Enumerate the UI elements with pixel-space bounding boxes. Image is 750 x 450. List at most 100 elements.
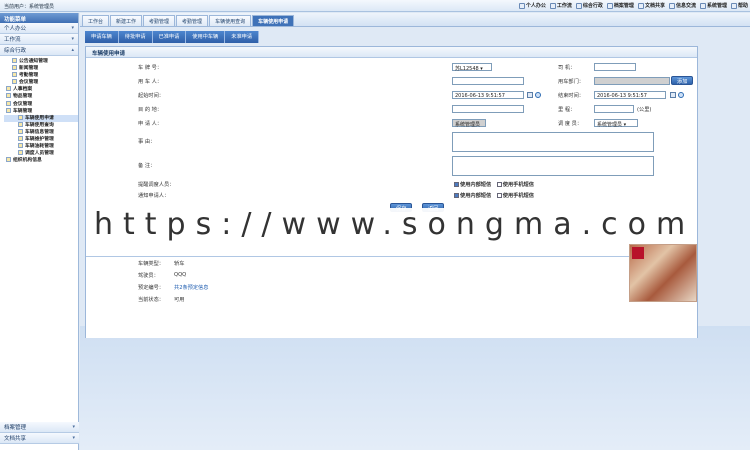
vehicle-driver-value: QQQ — [174, 272, 187, 278]
checkbox[interactable] — [496, 182, 502, 187]
remark-textarea[interactable] — [452, 156, 654, 176]
remind-options: 使用内部短信 使用手机短信 — [454, 181, 534, 188]
tab-attendance[interactable]: 考勤管理 — [143, 15, 176, 26]
subtab-rejected[interactable]: 未准申请 — [225, 31, 260, 43]
tab-vehicle-query[interactable]: 车辆使用查询 — [209, 15, 252, 26]
user-input[interactable] — [452, 77, 524, 85]
calendar-icon[interactable] — [527, 92, 533, 98]
sidebar-bottom: 档案管理 ▾ 文档共享 ▾ — [0, 422, 79, 444]
folder-icon — [6, 86, 11, 92]
tool-personal[interactable]: 个人办公 — [518, 2, 546, 9]
dept-input[interactable] — [594, 77, 670, 85]
reservation-link[interactable]: 共2条预定信息 — [174, 284, 208, 291]
tree-item[interactable]: 调度人员管理 — [4, 150, 78, 157]
notify-internal-option[interactable]: 使用内部短信 — [454, 193, 491, 199]
vehicle-info: 车辆类型： 轿车 驾驶员： QQQ 预定编号： 共2条预定信息 当前状态： 可用 — [86, 244, 697, 338]
sidebar-group-archive[interactable]: 档案管理 ▾ — [0, 422, 79, 433]
status-label: 当前状态： — [138, 297, 164, 303]
checkbox-checked[interactable] — [454, 193, 459, 198]
folder-icon — [12, 79, 17, 85]
top-toolbar: 个人办公 工作流 综合行政 档案管理 文档共享 信息交流 系统管理 帮助 — [518, 2, 748, 9]
mileage-unit: (公里) — [637, 107, 652, 113]
folder-icon — [6, 93, 11, 99]
folder-icon — [6, 157, 11, 163]
tab-vehicle-apply[interactable]: 车辆使用申请 — [252, 15, 295, 26]
subtab-approved[interactable]: 已准申请 — [152, 31, 187, 43]
start-time-input[interactable]: 2016-06-13 9:51:57 — [452, 91, 524, 99]
check-icon — [18, 143, 23, 149]
tree-item[interactable]: 会议管理 — [4, 100, 78, 108]
reason-textarea[interactable] — [452, 132, 654, 152]
dept-add-button[interactable]: 添加 — [671, 76, 694, 85]
document-icon — [637, 2, 644, 9]
end-time-input[interactable]: 2016-06-13 9:51:57 — [594, 91, 666, 99]
gear-icon — [699, 2, 706, 9]
tree-item[interactable]: 组织机构信息 — [4, 157, 78, 164]
notify-applicant-label: 通知申请人： — [138, 193, 170, 199]
tool-archive[interactable]: 档案管理 — [606, 2, 634, 9]
dispatcher-label: 调 度 员： — [558, 121, 583, 127]
mileage-input[interactable] — [594, 105, 634, 113]
check-icon — [18, 136, 23, 142]
vehicle-driver-label: 驾驶员： — [138, 273, 159, 279]
vehicle-type-label: 车辆类型： — [138, 261, 164, 267]
check-icon — [18, 128, 23, 134]
tree-item[interactable]: 车辆使用查询 — [4, 121, 78, 129]
subtab-pending[interactable]: 待批申请 — [118, 31, 153, 43]
sub-tab-bar: 申请车辆 待批申请 已准申请 使用中车辆 未准申请 — [85, 31, 260, 43]
destination-input[interactable] — [452, 105, 524, 113]
tree-item-selected[interactable]: 车辆使用申请 — [4, 114, 78, 122]
tree-item[interactable]: 车辆管理 — [4, 107, 78, 115]
chevron-down-icon: ▾ — [72, 435, 75, 441]
dispatcher-select[interactable]: 系统管理员 ▾ — [594, 119, 638, 128]
end-label: 结束时间： — [558, 93, 584, 99]
tree-item[interactable]: 新闻管理 — [4, 65, 78, 72]
remark-label: 备 注： — [138, 163, 156, 169]
plate-select[interactable]: 苏L12548 ▾ — [452, 63, 492, 72]
tool-system[interactable]: 系统管理 — [699, 2, 727, 9]
folder-icon — [6, 100, 11, 106]
sidebar-group-docs[interactable]: 文档共享 ▾ — [0, 433, 79, 444]
sidebar-header: 功能菜单 — [0, 13, 78, 23]
driver-input[interactable] — [594, 63, 636, 71]
tree-item[interactable]: 人事档案 — [4, 86, 78, 93]
vehicle-type-value: 轿车 — [174, 261, 185, 267]
tab-new-work[interactable]: 新建工作 — [110, 15, 143, 26]
calendar-icon[interactable] — [670, 92, 676, 98]
tool-info[interactable]: 信息交流 — [668, 2, 696, 9]
panel-title: 车辆使用申请 — [86, 47, 697, 58]
tab-attendance-2[interactable]: 考勤管理 — [176, 15, 209, 26]
tree-item[interactable]: 公告通知管理 — [4, 58, 78, 65]
sidebar-group-workflow[interactable]: 工作流 ▾ — [0, 34, 78, 45]
tree-item[interactable]: 车辆油耗管理 — [4, 143, 78, 150]
clock-icon[interactable] — [678, 92, 684, 98]
subtab-in-use[interactable]: 使用中车辆 — [186, 31, 226, 43]
remind-internal-option[interactable]: 使用内部短信 — [454, 182, 491, 188]
remind-mobile-option[interactable]: 使用手机短信 — [496, 182, 534, 188]
checkbox-checked[interactable] — [454, 182, 459, 187]
seal-icon — [632, 247, 644, 259]
clock-icon[interactable] — [535, 92, 541, 98]
tab-workbench[interactable]: 工作台 — [82, 15, 110, 26]
tree-item[interactable]: 会议管理 — [4, 79, 78, 86]
admin-icon — [575, 2, 582, 9]
checkbox[interactable] — [496, 193, 502, 198]
tool-help[interactable]: 帮助 — [730, 2, 748, 9]
tool-docs[interactable]: 文档共享 — [637, 2, 665, 9]
tree-item[interactable]: 考勤管理 — [4, 72, 78, 79]
subtab-apply[interactable]: 申请车辆 — [85, 31, 119, 43]
tool-workflow[interactable]: 工作流 — [549, 2, 572, 9]
notify-mobile-option[interactable]: 使用手机短信 — [496, 193, 534, 199]
folder-icon — [12, 72, 17, 78]
tool-admin[interactable]: 综合行政 — [575, 2, 603, 9]
tree-item[interactable]: 车辆信息管理 — [4, 128, 78, 136]
applicant-label: 申 请 人： — [138, 121, 163, 127]
sidebar-group-admin[interactable]: 综合行政 ▴ — [0, 45, 78, 56]
plate-label: 车 牌 号： — [138, 65, 163, 71]
apply-form: 车 牌 号： 苏L12548 ▾ 司 机： 用 车 人： 用车部门： 添加 起始… — [86, 59, 697, 212]
tree-item[interactable]: 物品管理 — [4, 93, 78, 100]
tree-item[interactable]: 车辆维护管理 — [4, 136, 78, 143]
workflow-icon — [549, 2, 556, 9]
sidebar-group-personal[interactable]: 个人办公 ▾ — [0, 23, 78, 34]
reservation-label: 预定编号： — [138, 285, 164, 291]
